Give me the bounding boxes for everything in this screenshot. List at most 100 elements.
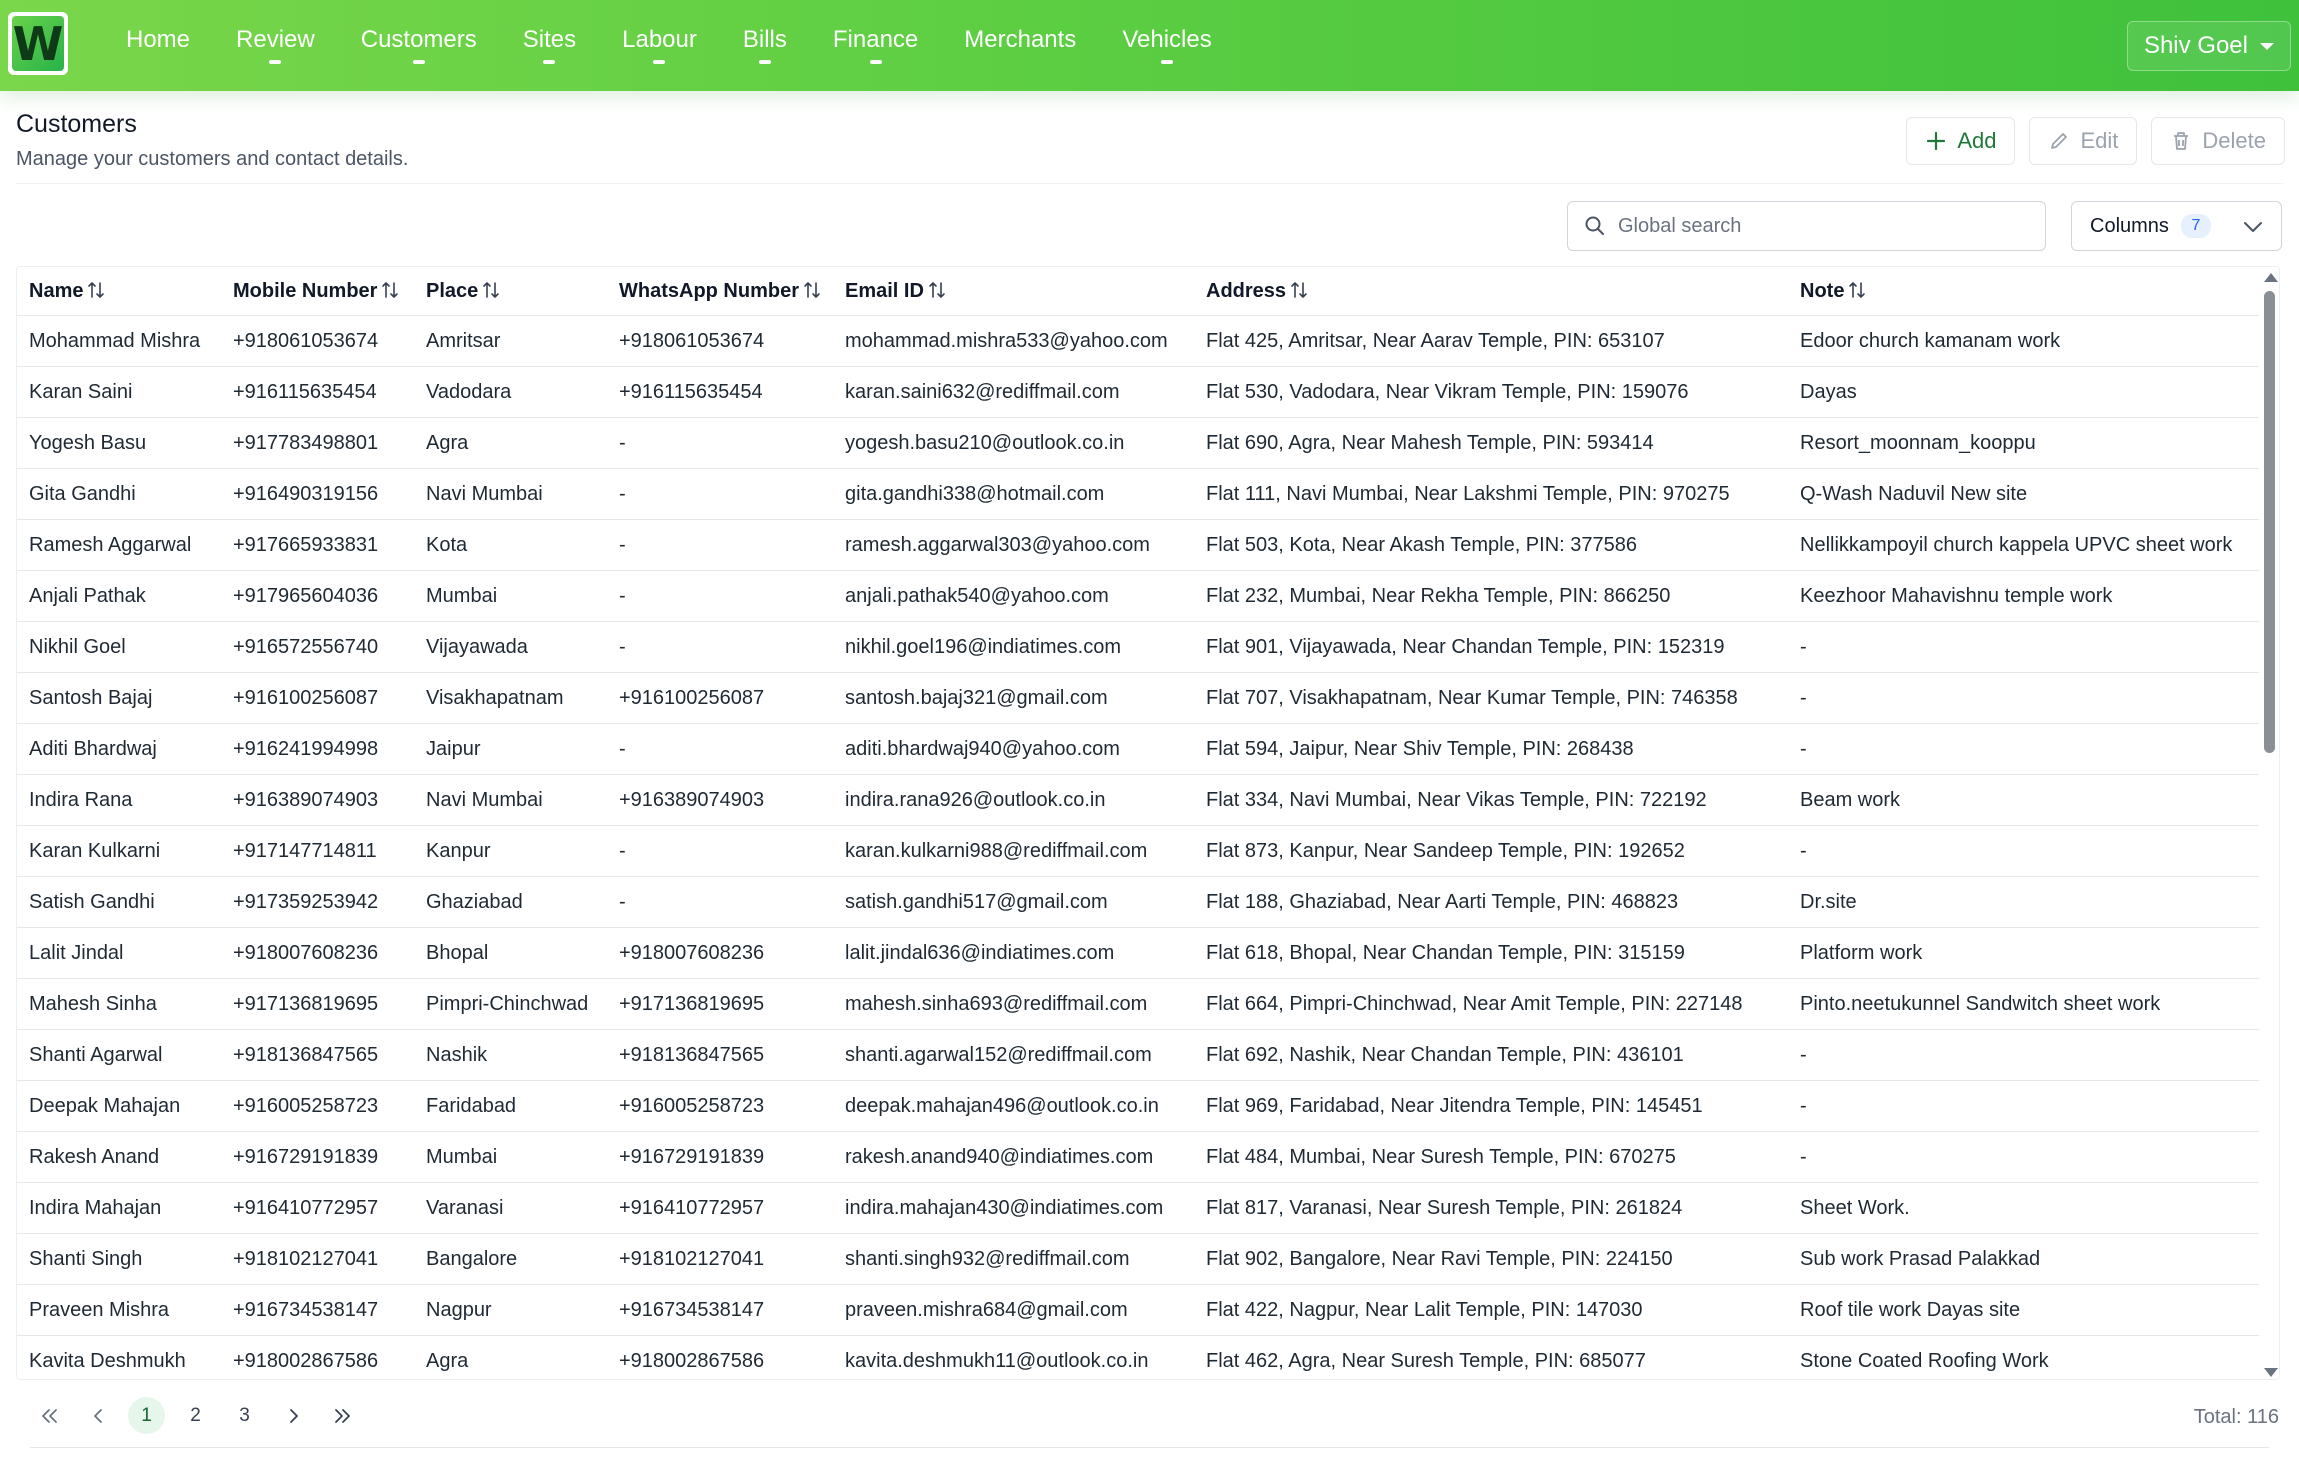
table-row[interactable]: Rakesh Anand +916729191839 Mumbai +91672919… (17, 1131, 2259, 1183)
sort-icon[interactable] (1848, 280, 1866, 300)
cell-whatsapp: +918007608236 (607, 927, 833, 979)
cell-mobile: +916572556740 (221, 621, 414, 673)
cell-mobile: +916729191839 (221, 1131, 414, 1183)
cell-email: lalit.jindal636@indiatimes.com (833, 927, 1194, 979)
table-row[interactable]: Gita Gandhi +916490319156 Navi Mumbai - gita… (17, 468, 2259, 520)
table-row[interactable]: Lalit Jindal +918007608236 Bhopal +91800760… (17, 927, 2259, 979)
scroll-down-arrow-icon[interactable] (2264, 1368, 2278, 1377)
nav-vehicles[interactable]: Vehicles (1099, 0, 1234, 91)
column-header-label: Address (1206, 279, 1287, 302)
sort-icon[interactable] (381, 280, 399, 300)
column-header[interactable]: WhatsApp Number (607, 267, 833, 316)
nav-home[interactable]: Home (126, 0, 213, 91)
scroll-up-arrow-icon[interactable] (2264, 273, 2278, 282)
plus-icon (1927, 131, 1946, 151)
table-row[interactable]: Aditi Bhardwaj +916241994998 Jaipur - aditi.… (17, 723, 2259, 775)
cell-note: - (1788, 621, 2259, 673)
nav-sites[interactable]: Sites (500, 0, 599, 91)
cell-mobile: +916734538147 (221, 1284, 414, 1336)
scrollbar-thumb[interactable] (2264, 291, 2275, 753)
cell-place: Agra (414, 1335, 607, 1379)
sort-icon[interactable] (1290, 280, 1308, 300)
cell-address: Flat 530, Vadodara, Near Vikram Temple, … (1194, 366, 1788, 418)
global-search[interactable] (1567, 201, 2046, 251)
column-header[interactable]: Note (1788, 267, 2259, 316)
sort-icon[interactable] (482, 280, 500, 300)
vertical-scrollbar[interactable] (2259, 267, 2279, 1379)
cell-name: Kavita Deshmukh (17, 1335, 221, 1379)
table-row[interactable]: Ramesh Aggarwal +917665933831 Kota - ramesh.… (17, 519, 2259, 571)
cell-name: Indira Mahajan (17, 1182, 221, 1234)
global-search-input[interactable] (1616, 213, 2020, 239)
column-header[interactable]: Name (17, 267, 221, 316)
table-row[interactable]: Satish Gandhi +917359253942 Ghaziabad - sati… (17, 876, 2259, 928)
table-row[interactable]: Karan Saini +916115635454 Vadodara +9161156… (17, 366, 2259, 418)
column-header[interactable]: Email ID (833, 267, 1194, 316)
cell-note: Beam work (1788, 774, 2259, 826)
nav-merchants[interactable]: Merchants (941, 0, 1099, 91)
cell-name: Mohammad Mishra (17, 315, 221, 367)
footer-divider (30, 1447, 2269, 1448)
last-page-button[interactable] (324, 1397, 361, 1434)
delete-button[interactable]: Delete (2151, 117, 2285, 165)
table-row[interactable]: Praveen Mishra +916734538147 Nagpur +916734… (17, 1284, 2259, 1336)
table-row[interactable]: Santosh Bajaj +916100256087 Visakhapatnam +… (17, 672, 2259, 724)
column-header[interactable]: Place (414, 267, 607, 316)
cell-place: Vadodara (414, 366, 607, 418)
edit-button[interactable]: Edit (2029, 117, 2138, 165)
table-row[interactable]: Kavita Deshmukh +918002867586 Agra +9180028… (17, 1335, 2259, 1379)
nav-labour[interactable]: Labour (599, 0, 720, 91)
table-row[interactable]: Indira Rana +916389074903 Navi Mumbai +9163… (17, 774, 2259, 826)
nav-bills[interactable]: Bills (720, 0, 810, 91)
table-row[interactable]: Indira Mahajan +916410772957 Varanasi +9164… (17, 1182, 2259, 1234)
table-row[interactable]: Shanti Singh +918102127041 Bangalore +91810… (17, 1233, 2259, 1285)
cell-address: Flat 334, Navi Mumbai, Near Vikas Temple… (1194, 774, 1788, 826)
next-page-button[interactable] (275, 1397, 312, 1434)
cell-address: Flat 817, Varanasi, Near Suresh Temple, … (1194, 1182, 1788, 1234)
table-row[interactable]: Mahesh Sinha +917136819695 Pimpri-Chinchwa… (17, 978, 2259, 1030)
sort-icon[interactable] (928, 280, 946, 300)
cell-email: indira.mahajan430@indiatimes.com (833, 1182, 1194, 1234)
nav-finance[interactable]: Finance (810, 0, 941, 91)
cell-whatsapp: +916734538147 (607, 1284, 833, 1336)
cell-name: Satish Gandhi (17, 876, 221, 928)
nav-review[interactable]: Review (213, 0, 338, 91)
cell-mobile: +918007608236 (221, 927, 414, 979)
table-row[interactable]: Deepak Mahajan +916005258723 Faridabad +916… (17, 1080, 2259, 1132)
add-button[interactable]: Add (1906, 117, 2016, 165)
table-row[interactable]: Mohammad Mishra +918061053674 Amritsar +918… (17, 315, 2259, 367)
column-header[interactable]: Address (1194, 267, 1788, 316)
page-button[interactable]: 1 (128, 1397, 165, 1434)
user-menu-button[interactable]: Shiv Goel (2126, 21, 2291, 71)
columns-selector[interactable]: Columns 7 (2071, 201, 2282, 251)
cell-place: Navi Mumbai (414, 468, 607, 520)
table-row[interactable]: Anjali Pathak +917965604036 Mumbai - anjali.… (17, 570, 2259, 622)
table-row[interactable]: Yogesh Basu +917783498801 Agra - yogesh.basu… (17, 417, 2259, 469)
chevron-down-icon (2244, 222, 2262, 232)
cell-address: Flat 594, Jaipur, Near Shiv Temple, PIN:… (1194, 723, 1788, 775)
cell-address: Flat 425, Amritsar, Near Aarav Temple, P… (1194, 315, 1788, 367)
prev-page-button[interactable] (79, 1397, 116, 1434)
cell-address: Flat 873, Kanpur, Near Sandeep Temple, P… (1194, 825, 1788, 877)
first-page-button[interactable] (30, 1397, 67, 1434)
table-row[interactable]: Shanti Agarwal +918136847565 Nashik +918136… (17, 1029, 2259, 1081)
sort-icon[interactable] (87, 280, 105, 300)
page-button[interactable]: 3 (226, 1397, 263, 1434)
table-header-row: Name Mobile Number Place WhatsApp Number Ema… (17, 267, 2259, 316)
page-button[interactable]: 2 (177, 1397, 214, 1434)
cell-address: Flat 188, Ghaziabad, Near Aarti Temple, … (1194, 876, 1788, 928)
cell-name: Aditi Bhardwaj (17, 723, 221, 775)
cell-whatsapp: +916729191839 (607, 1131, 833, 1183)
column-header[interactable]: Mobile Number (221, 267, 414, 316)
nav-customers[interactable]: Customers (338, 0, 500, 91)
table-row[interactable]: Karan Kulkarni +917147714811 Kanpur - karan.… (17, 825, 2259, 877)
column-header-label: Place (426, 279, 479, 302)
cell-name: Anjali Pathak (17, 570, 221, 622)
cell-email: karan.saini632@rediffmail.com (833, 366, 1194, 418)
app-logo[interactable]: W (8, 12, 68, 75)
table-row[interactable]: Nikhil Goel +916572556740 Vijayawada - nikhi… (17, 621, 2259, 673)
pencil-icon (2051, 133, 2068, 149)
logo-mark: W (12, 16, 64, 71)
sort-icon[interactable] (803, 280, 821, 300)
cell-whatsapp: +916410772957 (607, 1182, 833, 1234)
